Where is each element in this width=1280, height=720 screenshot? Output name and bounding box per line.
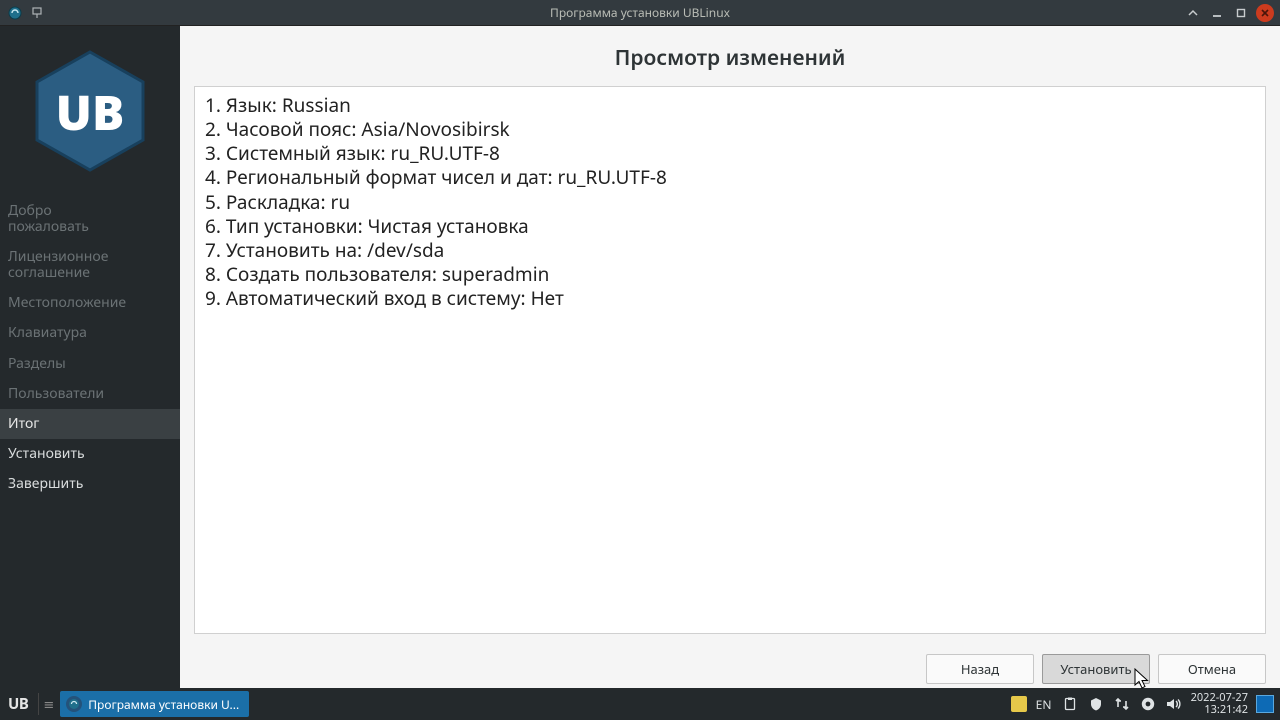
sidebar-step-7[interactable]: Установить: [0, 439, 180, 469]
window-controls: [1184, 4, 1280, 22]
shade-button[interactable]: [1184, 4, 1202, 22]
task-app-icon: [66, 696, 82, 712]
sidebar-step-3[interactable]: Клавиатура: [0, 318, 180, 348]
sidebar-logo: UB: [0, 26, 180, 196]
sidebar-step-0[interactable]: Добро пожаловать: [0, 196, 180, 242]
start-menu-button[interactable]: UB: [0, 694, 36, 714]
back-button[interactable]: Назад: [926, 654, 1034, 684]
taskbar-divider: [38, 693, 39, 715]
installer-window: UB Добро пожаловатьЛицензионное соглашен…: [0, 26, 1280, 688]
sidebar-step-1[interactable]: Лицензионное соглашение: [0, 242, 180, 288]
summary-line-2: 2. Часовой пояс: Asia/Novosibirsk: [205, 117, 1255, 141]
show-desktop-button[interactable]: [1256, 695, 1274, 713]
pin-icon[interactable]: [28, 4, 46, 22]
updates-tray-icon[interactable]: [1139, 695, 1157, 713]
svg-text:UB: UB: [56, 80, 125, 145]
close-button[interactable]: [1256, 4, 1274, 22]
keyboard-layout-indicator[interactable]: EN: [1035, 695, 1053, 713]
taskbar-task-installer[interactable]: Программа установки U...: [60, 691, 249, 717]
summary-line-8: 8. Создать пользователя: superadmin: [205, 262, 1255, 286]
summary-line-6: 6. Тип установки: Чистая установка: [205, 214, 1255, 238]
maximize-button[interactable]: [1232, 4, 1250, 22]
button-row: Назад Установить Отмена: [926, 654, 1266, 684]
clipboard-tray-icon[interactable]: [1061, 695, 1079, 713]
clock-time: 13:21:42: [1191, 704, 1248, 716]
summary-line-9: 9. Автоматический вход в систему: Нет: [205, 286, 1255, 310]
security-tray-icon[interactable]: [1087, 695, 1105, 713]
window-title: Программа установки UBLinux: [0, 4, 1280, 21]
summary-panel: 1. Язык: Russian2. Часовой пояс: Asia/No…: [194, 86, 1266, 634]
summary-line-7: 7. Установить на: /dev/sda: [205, 238, 1255, 262]
taskbar: UB ≡ Программа установки U... EN 2022-07…: [0, 688, 1280, 720]
show-desktop-list-icon[interactable]: ≡: [41, 695, 56, 713]
app-icon: [6, 4, 24, 22]
cancel-button[interactable]: Отмена: [1158, 654, 1266, 684]
notes-tray-icon[interactable]: [1011, 696, 1027, 712]
sidebar: UB Добро пожаловатьЛицензионное соглашен…: [0, 26, 180, 688]
titlebar: Программа установки UBLinux: [0, 0, 1280, 26]
install-button[interactable]: Установить: [1042, 654, 1150, 684]
sidebar-step-2[interactable]: Местоположение: [0, 288, 180, 318]
page-title: Просмотр изменений: [194, 38, 1266, 86]
sidebar-step-6[interactable]: Итог: [0, 409, 180, 439]
sidebar-step-4[interactable]: Разделы: [0, 349, 180, 379]
sidebar-step-8[interactable]: Завершить: [0, 469, 180, 499]
summary-line-1: 1. Язык: Russian: [205, 93, 1255, 117]
volume-tray-icon[interactable]: [1165, 695, 1183, 713]
sidebar-step-5[interactable]: Пользователи: [0, 379, 180, 409]
taskbar-task-label: Программа установки U...: [88, 696, 239, 713]
summary-line-4: 4. Региональный формат чисел и дат: ru_R…: [205, 165, 1255, 189]
network-tray-icon[interactable]: [1113, 695, 1131, 713]
clock[interactable]: 2022-07-27 13:21:42: [1191, 692, 1248, 715]
minimize-button[interactable]: [1208, 4, 1226, 22]
system-tray: EN 2022-07-27 13:21:42: [1011, 692, 1280, 715]
titlebar-left-icons: [0, 4, 46, 22]
summary-line-5: 5. Раскладка: ru: [205, 190, 1255, 214]
content-area: Просмотр изменений 1. Язык: Russian2. Ча…: [180, 26, 1280, 688]
summary-line-3: 3. Системный язык: ru_RU.UTF-8: [205, 141, 1255, 165]
